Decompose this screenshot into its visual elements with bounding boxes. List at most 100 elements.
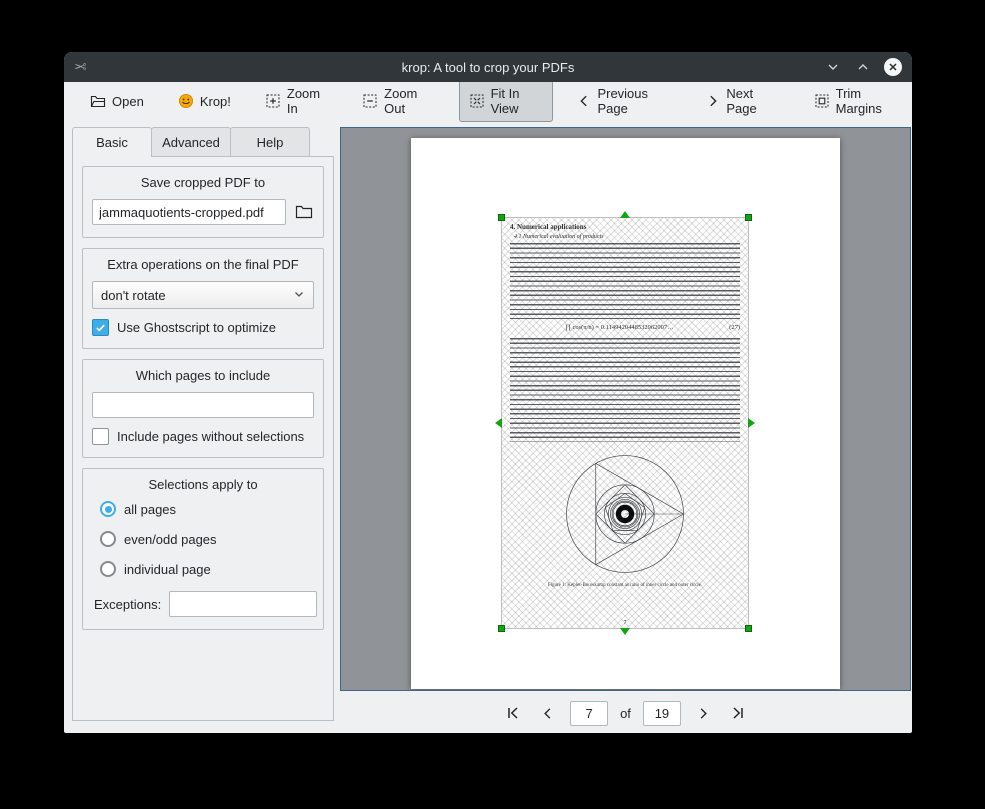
last-page-button[interactable] [727,702,749,724]
ghostscript-checkbox[interactable] [92,319,109,336]
folder-open-icon [90,93,106,109]
next-page-nav-button[interactable] [693,702,715,724]
include-pages-label: Include pages without selections [117,429,304,444]
zoom-in-icon [265,93,281,109]
tab-help[interactable]: Help [230,127,310,156]
save-group: Save cropped PDF to [82,166,324,238]
rotate-dropdown-value: don't rotate [101,288,166,303]
tab-basic[interactable]: Basic [72,127,152,157]
figure-caption: Figure 1: Kepler-Bouwkamp constant as ra… [510,583,740,588]
include-pages-row: Include pages without selections [92,428,314,445]
chevron-right-icon [706,94,720,108]
selection-handle-bottom-right[interactable] [745,625,752,632]
folder-icon [295,204,313,220]
previous-page-nav-button[interactable] [536,702,558,724]
zoom-in-label: Zoom In [287,86,328,116]
krop-button[interactable]: Krop! [168,87,241,115]
extra-operations-group: Extra operations on the final PDF don't … [82,248,324,349]
total-pages-display [643,701,681,726]
sidebar-panel: Save cropped PDF to Extra operations on … [72,156,334,721]
zoom-in-button[interactable]: Zoom In [255,80,338,122]
chevron-left-icon [540,706,555,721]
exceptions-label: Exceptions: [94,597,161,612]
selection-handle-top-right[interactable] [745,214,752,221]
selection-arrow-top[interactable] [620,211,630,218]
open-button[interactable]: Open [80,87,154,115]
formula-row: ∏ cos(π/n) = 0.1149420448532962007… (27) [510,324,740,331]
selections-apply-group: Selections apply to all pages even/odd p… [82,468,324,630]
zoom-out-icon [362,93,378,109]
even-odd-row: even/odd pages [100,531,314,547]
ghostscript-label: Use Ghostscript to optimize [117,320,276,335]
all-pages-radio[interactable] [100,501,116,517]
fit-in-view-icon [469,93,485,109]
individual-page-label: individual page [124,562,211,577]
pages-group-title: Which pages to include [92,365,314,392]
pdf-view: 4. Numerical applications 4.1 Numerical … [340,127,911,691]
next-page-label: Next Page [726,86,779,116]
equation-number: (27) [729,324,740,331]
trim-margins-button[interactable]: Trim Margins [804,80,912,122]
individual-page-row: individual page [100,561,314,577]
first-page-button[interactable] [502,702,524,724]
zoom-out-button[interactable]: Zoom Out [352,80,444,122]
selection-arrow-right[interactable] [748,418,755,428]
main-toolbar: Open Krop! Zoom In Zoom Out Fit In View [64,82,912,120]
chevron-left-icon [577,94,591,108]
previous-page-button[interactable]: Previous Page [567,80,682,122]
even-odd-label: even/odd pages [124,532,217,547]
window-title: krop: A tool to crop your PDFs [64,60,912,75]
current-page-input[interactable] [570,701,608,726]
pdf-page-number: 7 [510,620,740,626]
first-page-icon [505,705,521,721]
exceptions-row: Exceptions: [94,591,314,617]
section-heading: 4. Numerical applications [510,223,740,231]
smiley-icon [178,93,194,109]
next-page-button[interactable]: Next Page [696,80,789,122]
chevron-right-icon [696,706,711,721]
app-window: ✂ krop: A tool to crop your PDFs ✕ Open … [64,52,912,733]
save-group-title: Save cropped PDF to [92,172,314,199]
selection-handle-top-left[interactable] [498,214,505,221]
fit-in-view-label: Fit In View [491,86,544,116]
pdf-page[interactable]: 4. Numerical applications 4.1 Numerical … [411,138,840,689]
subsection-heading: 4.1 Numerical evaluation of products [514,234,740,240]
titlebar: ✂ krop: A tool to crop your PDFs ✕ [64,52,912,82]
formula-text: ∏ cos(π/n) = 0.1149420448532962007… [510,324,729,331]
file-picker-button[interactable] [293,200,314,224]
tab-advanced[interactable]: Advanced [151,127,231,156]
kepler-bouwkamp-figure [559,448,691,580]
page-navigation: of [340,698,911,728]
ghostscript-row: Use Ghostscript to optimize [92,319,314,336]
rotate-dropdown[interactable]: don't rotate [92,281,314,309]
maximize-icon[interactable] [854,58,872,76]
selection-handle-bottom-left[interactable] [498,625,505,632]
all-pages-row: all pages [100,501,314,517]
check-icon [95,322,106,333]
trim-margins-label: Trim Margins [836,86,902,116]
save-filename-input[interactable] [92,199,286,225]
selection-arrow-bottom[interactable] [620,628,630,635]
last-page-icon [730,705,746,721]
exceptions-input[interactable] [169,591,317,617]
pages-input[interactable] [92,392,314,418]
trim-margins-icon [814,93,830,109]
close-icon[interactable]: ✕ [884,58,902,76]
extra-group-title: Extra operations on the final PDF [92,254,314,281]
crop-selection[interactable]: 4. Numerical applications 4.1 Numerical … [501,217,749,629]
selection-arrow-left[interactable] [495,418,502,428]
krop-label: Krop! [200,94,231,109]
individual-page-radio[interactable] [100,561,116,577]
even-odd-radio[interactable] [100,531,116,547]
all-pages-label: all pages [124,502,176,517]
sidebar-tabbar: Basic Advanced Help [72,127,309,157]
zoom-out-label: Zoom Out [384,86,434,116]
include-pages-checkbox[interactable] [92,428,109,445]
paragraph-placeholder [510,338,740,442]
of-label: of [620,706,631,721]
previous-page-label: Previous Page [597,86,672,116]
open-label: Open [112,94,144,109]
fit-in-view-button[interactable]: Fit In View [459,80,554,122]
minimize-icon[interactable] [824,58,842,76]
pages-include-group: Which pages to include Include pages wit… [82,359,324,458]
